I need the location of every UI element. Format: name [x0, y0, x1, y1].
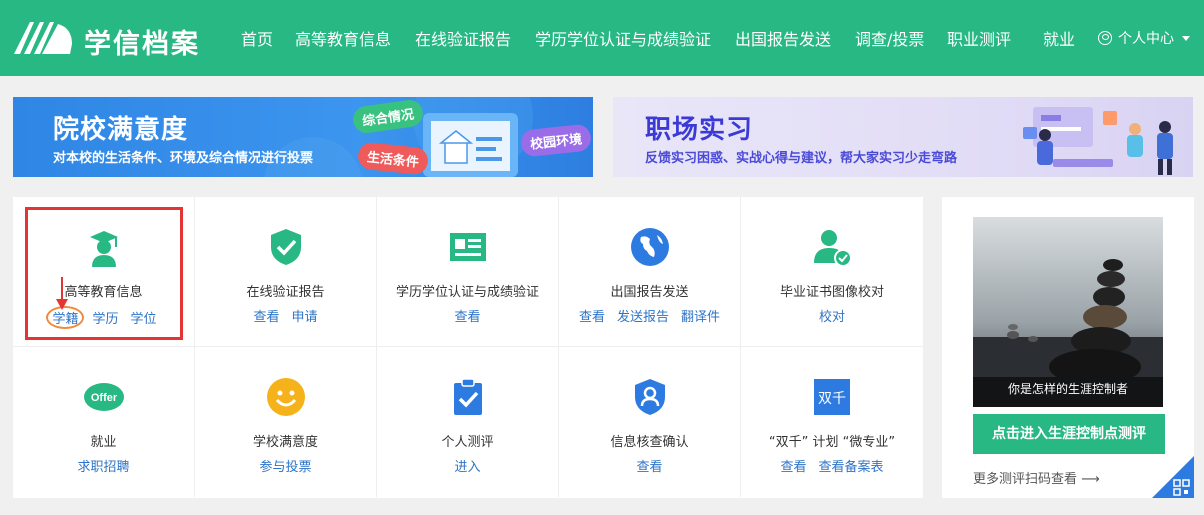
service-higher-education: 高等教育信息 学籍 学历 学位 [13, 197, 195, 347]
service-title: 在线验证报告 [246, 285, 325, 300]
service-report-sending: 出国报告发送 查看 发送报告 翻译件 [559, 197, 741, 347]
service-title: 信息核查确认 [610, 435, 689, 450]
chevron-down-icon [1182, 35, 1190, 41]
service-employment: Offer 就业 求职招聘 [13, 347, 195, 497]
globe-icon [630, 228, 669, 266]
offer-icon: Offer [83, 383, 124, 411]
shield-check-icon [270, 229, 301, 265]
arrow-down-icon [56, 277, 68, 310]
user-center-label: 个人中心 [1118, 31, 1174, 47]
shuangqian-icon: 双千 [814, 379, 850, 415]
banner-title: 院校满意度 [53, 115, 189, 145]
service-links: 参与投票 [195, 456, 376, 475]
banner-internship[interactable]: 职场实习 反馈实习困惑、实战心得与建议，帮大家实习少走弯路 [613, 97, 1193, 177]
link-vote[interactable]: 参与投票 [259, 460, 311, 475]
link-proofread[interactable]: 校对 [819, 310, 845, 325]
link-enter[interactable]: 进入 [454, 460, 480, 475]
link-view[interactable]: 查看 [780, 460, 806, 475]
logo-icon[interactable] [12, 18, 74, 58]
service-personal-test: 个人测评 进入 [377, 347, 559, 497]
nav-item-online-verification[interactable]: 在线验证报告 [415, 26, 511, 50]
link-translation[interactable]: 翻译件 [681, 310, 720, 325]
link-job-search[interactable]: 求职招聘 [77, 460, 129, 475]
link-view[interactable]: 查看 [253, 310, 279, 325]
link-view[interactable]: 查看 [636, 460, 662, 475]
service-links: 查看 查看备案表 [741, 456, 923, 475]
id-card-icon [449, 233, 486, 261]
service-links: 查看 发送报告 翻译件 [559, 306, 740, 325]
service-links: 进入 [377, 456, 558, 475]
service-links: 查看 [377, 306, 558, 325]
service-certificate-check: 毕业证书图像校对 校对 [741, 197, 923, 347]
career-photo[interactable]: 你是怎样的生涯控制者 [973, 217, 1163, 407]
offer-icon-text: Offer [90, 392, 117, 404]
stacked-stones-image [973, 217, 1163, 407]
service-degree-certification: 学历学位认证与成绩验证 查看 [377, 197, 559, 347]
brand-name[interactable]: 学信档案 [84, 22, 200, 61]
user-shield-icon [634, 379, 665, 415]
nav-item-report-sending[interactable]: 出国报告发送 [735, 26, 831, 50]
link-view[interactable]: 查看 [454, 310, 480, 325]
banner-subtitle: 对本校的生活条件、环境及综合情况进行投票 [53, 151, 314, 166]
service-title: 就业 [90, 435, 117, 450]
link-view-filing[interactable]: 查看备案表 [819, 460, 884, 475]
clipboard-check-icon [453, 378, 482, 415]
nav-item-higher-education[interactable]: 高等教育信息 [295, 26, 391, 50]
career-test-button[interactable]: 点击进入生涯控制点测评 [973, 414, 1165, 454]
service-online-verification: 在线验证报告 查看 申请 [195, 197, 377, 347]
nav-item-home[interactable]: 首页 [241, 26, 273, 50]
smile-icon [266, 378, 305, 416]
user-check-icon [814, 230, 852, 267]
photo-caption: 你是怎样的生涯控制者 [1007, 382, 1128, 396]
shuangqian-icon-text: 双千 [818, 391, 846, 407]
nav-item-career-test[interactable]: 职业测评 [947, 26, 1011, 50]
top-header: 学信档案 首页 高等教育信息 在线验证报告 学历学位认证与成绩验证 出国报告发送… [0, 0, 1204, 76]
service-links: 查看 [559, 456, 740, 475]
service-links: 校对 [741, 306, 923, 325]
career-test-card: 你是怎样的生涯控制者 点击进入生涯控制点测评 更多测评扫码查看 ⟶ [942, 197, 1194, 498]
service-title: 个人测评 [441, 435, 494, 450]
banner-school-satisfaction[interactable]: 院校满意度 对本校的生活条件、环境及综合情况进行投票 综合情况 生活条件 校园环… [13, 97, 593, 177]
service-title: “双千” 计划 “微专业” [768, 435, 896, 450]
highlight-box [25, 207, 183, 340]
service-links: 查看 申请 [195, 306, 376, 325]
service-shuangqian-plan: 双千 “双千” 计划 “微专业” 查看 查看备案表 [741, 347, 923, 497]
link-view[interactable]: 查看 [579, 310, 605, 325]
service-links: 求职招聘 [13, 456, 194, 475]
service-title: 出国报告发送 [610, 285, 689, 300]
nav-item-survey-vote[interactable]: 调查/投票 [855, 26, 924, 50]
user-icon [1098, 31, 1112, 45]
service-title: 学校满意度 [252, 435, 318, 450]
qr-code-icon[interactable] [1152, 456, 1194, 498]
banner-title: 职场实习 [645, 115, 754, 145]
service-school-satisfaction: 学校满意度 参与投票 [195, 347, 377, 497]
banner-subtitle: 反馈实习困惑、实战心得与建议，帮大家实习少走弯路 [645, 151, 958, 166]
nav-item-employment[interactable]: 就业 [1043, 26, 1075, 50]
service-info-check: 信息核查确认 查看 [559, 347, 741, 497]
user-center-menu[interactable]: 个人中心 [1098, 28, 1190, 48]
service-grid: 高等教育信息 学籍学历学位 在线验证报告 查看申请 学历学位认证与成绩验证 [13, 197, 923, 498]
service-title: 学历学位认证与成绩验证 [395, 285, 539, 300]
link-apply[interactable]: 申请 [292, 310, 318, 325]
link-send-report[interactable]: 发送报告 [617, 310, 669, 325]
more-tests-link[interactable]: 更多测评扫码查看 ⟶ [973, 468, 1100, 487]
service-title: 毕业证书图像校对 [779, 285, 884, 300]
nav-item-degree-certification[interactable]: 学历学位认证与成绩验证 [535, 26, 711, 50]
